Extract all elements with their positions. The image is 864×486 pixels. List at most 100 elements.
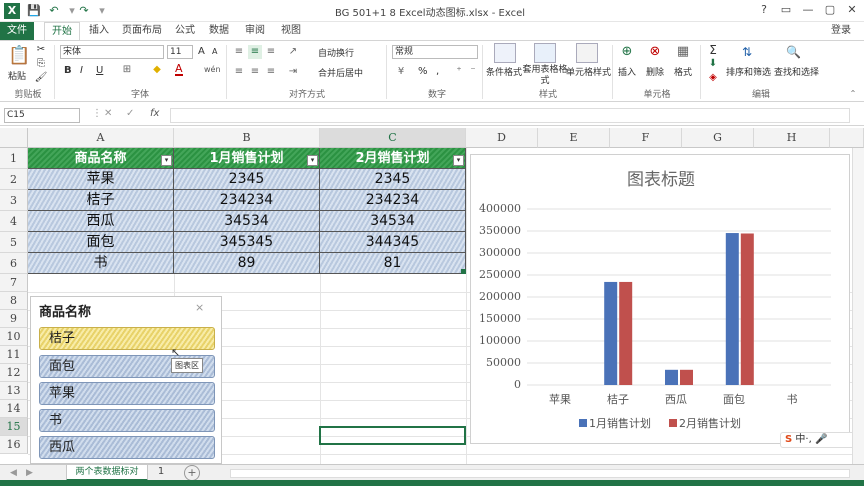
column-header-f[interactable]: F: [610, 128, 682, 148]
help-button[interactable]: ?: [754, 2, 774, 18]
align-middle-icon[interactable]: ≡: [248, 45, 262, 59]
chart-bar[interactable]: [604, 281, 618, 385]
table-cell[interactable]: 345345: [174, 232, 320, 253]
insert-function-button[interactable]: fx: [150, 108, 159, 119]
row-header[interactable]: 3: [0, 190, 28, 211]
conditional-format-icon[interactable]: [494, 43, 516, 63]
horizontal-scrollbar[interactable]: [230, 469, 850, 478]
undo-icon[interactable]: ↶: [46, 3, 62, 19]
row-header[interactable]: 1: [0, 148, 28, 169]
ime-toolbar[interactable]: S 中·, 🎤: [780, 432, 860, 448]
sheet-tab-active[interactable]: 两个表数据标对: [66, 465, 148, 481]
table-cell[interactable]: 2345: [320, 169, 466, 190]
formula-input[interactable]: [170, 108, 850, 123]
border-icon[interactable]: ⊞: [120, 63, 134, 77]
table-cell[interactable]: 2345: [174, 169, 320, 190]
enter-icon[interactable]: ✓: [126, 108, 134, 119]
tab-formulas[interactable]: 公式: [170, 22, 200, 40]
format-as-table-icon[interactable]: [534, 43, 556, 63]
column-header-h[interactable]: H: [754, 128, 830, 148]
ribbon-display-button[interactable]: ▭: [776, 2, 796, 18]
collapse-ribbon-icon[interactable]: ⌃: [846, 87, 860, 101]
slicer-item[interactable]: 苹果: [39, 382, 215, 405]
row-header[interactable]: 14: [0, 400, 28, 418]
tab-insert[interactable]: 插入: [84, 22, 114, 40]
vertical-scrollbar[interactable]: [852, 148, 864, 464]
find-select-icon[interactable]: 🔍: [786, 45, 801, 59]
copy-icon[interactable]: ⎘: [34, 57, 48, 71]
format-cells-button[interactable]: 格式: [674, 65, 692, 78]
customize-qat-icon[interactable]: ▾: [94, 3, 110, 19]
row-header[interactable]: 9: [0, 310, 28, 328]
table-cell[interactable]: 西瓜: [28, 211, 174, 232]
format-painter-icon[interactable]: 🖌: [34, 71, 48, 85]
underline-button[interactable]: U: [96, 65, 103, 76]
tab-view[interactable]: 视图: [276, 22, 306, 40]
format-cells-icon[interactable]: ▦: [676, 45, 690, 59]
row-header[interactable]: 7: [0, 274, 28, 292]
table-cell[interactable]: 81: [320, 253, 466, 274]
minimize-button[interactable]: —: [798, 2, 818, 18]
worksheet-grid[interactable]: A B C D E F G H 1 2 3 4 5 6 7 8 9 10 11 …: [0, 128, 864, 464]
filter-dropdown-icon[interactable]: ▾: [161, 155, 172, 166]
format-as-table-button[interactable]: 套用表格格式: [522, 65, 568, 87]
find-select-button[interactable]: 查找和选择: [774, 65, 819, 78]
table-cell[interactable]: 苹果: [28, 169, 174, 190]
align-center-icon[interactable]: ≡: [248, 65, 262, 79]
sheet-nav-prev-icon[interactable]: ◀: [10, 468, 17, 478]
row-header[interactable]: 16: [0, 436, 28, 454]
row-header[interactable]: 8: [0, 292, 28, 310]
selected-cell[interactable]: [319, 426, 466, 445]
font-color-button[interactable]: A: [175, 63, 183, 76]
clear-icon[interactable]: ◈: [706, 71, 720, 85]
align-bottom-icon[interactable]: ≡: [264, 45, 278, 59]
fill-color-icon[interactable]: ◆: [150, 63, 164, 77]
login-link[interactable]: 登录: [826, 22, 856, 40]
autosum-icon[interactable]: Σ: [706, 43, 720, 57]
filter-dropdown-icon[interactable]: ▾: [453, 155, 464, 166]
tab-file[interactable]: 文件: [0, 22, 34, 40]
chart-bar[interactable]: [665, 369, 678, 385]
row-header[interactable]: 13: [0, 382, 28, 400]
chart-bar[interactable]: [619, 281, 633, 385]
slicer[interactable]: 商品名称 ⨯ 桔子 面包 苹果 书 西瓜 ↖ 图表区: [30, 296, 222, 464]
row-header[interactable]: 10: [0, 328, 28, 346]
phonetic-button[interactable]: wén: [204, 65, 221, 74]
grow-font-button[interactable]: A: [198, 46, 205, 57]
chart-area[interactable]: 图表标题 400000 350000 300000 250000 200000 …: [470, 154, 850, 444]
slicer-item[interactable]: 桔子: [39, 327, 215, 350]
sheet-nav-next-icon[interactable]: ▶: [26, 468, 33, 478]
slicer-item[interactable]: 书: [39, 409, 215, 432]
chart-bar[interactable]: [725, 233, 739, 385]
wrap-text-button[interactable]: 自动换行: [318, 46, 354, 59]
number-format-box[interactable]: 常规: [392, 45, 478, 59]
comma-button[interactable]: ,: [436, 66, 439, 77]
row-header[interactable]: 15: [0, 418, 28, 436]
align-right-icon[interactable]: ≡: [264, 65, 278, 79]
tab-review[interactable]: 审阅: [240, 22, 270, 40]
cell-styles-icon[interactable]: [576, 43, 598, 63]
delete-cells-icon[interactable]: ⊗: [648, 45, 662, 59]
cell-styles-button[interactable]: 单元格样式: [566, 65, 611, 78]
table-cell[interactable]: 234234: [174, 190, 320, 211]
table-header-cell[interactable]: 2月销售计划: [320, 148, 466, 169]
merge-center-button[interactable]: 合并后居中: [318, 66, 363, 79]
paste-icon[interactable]: 📋: [8, 45, 30, 67]
filter-dropdown-icon[interactable]: ▾: [307, 155, 318, 166]
table-header-cell[interactable]: 商品名称: [28, 148, 174, 169]
table-cell[interactable]: 面包: [28, 232, 174, 253]
clear-filter-icon[interactable]: ⨯: [195, 301, 204, 314]
shrink-font-button[interactable]: A: [212, 47, 217, 56]
row-header[interactable]: 6: [0, 253, 28, 274]
align-top-icon[interactable]: ≡: [232, 45, 246, 59]
column-header-a[interactable]: A: [28, 128, 174, 148]
chart-bar[interactable]: [680, 369, 693, 385]
row-header[interactable]: 5: [0, 232, 28, 253]
percent-button[interactable]: %: [418, 66, 428, 77]
column-header-b[interactable]: B: [174, 128, 320, 148]
tab-page-layout[interactable]: 页面布局: [118, 22, 166, 40]
orientation-icon[interactable]: ↗: [286, 45, 300, 59]
font-size-box[interactable]: 11: [167, 45, 193, 59]
row-header[interactable]: 4: [0, 211, 28, 232]
name-box[interactable]: C15: [4, 108, 80, 123]
